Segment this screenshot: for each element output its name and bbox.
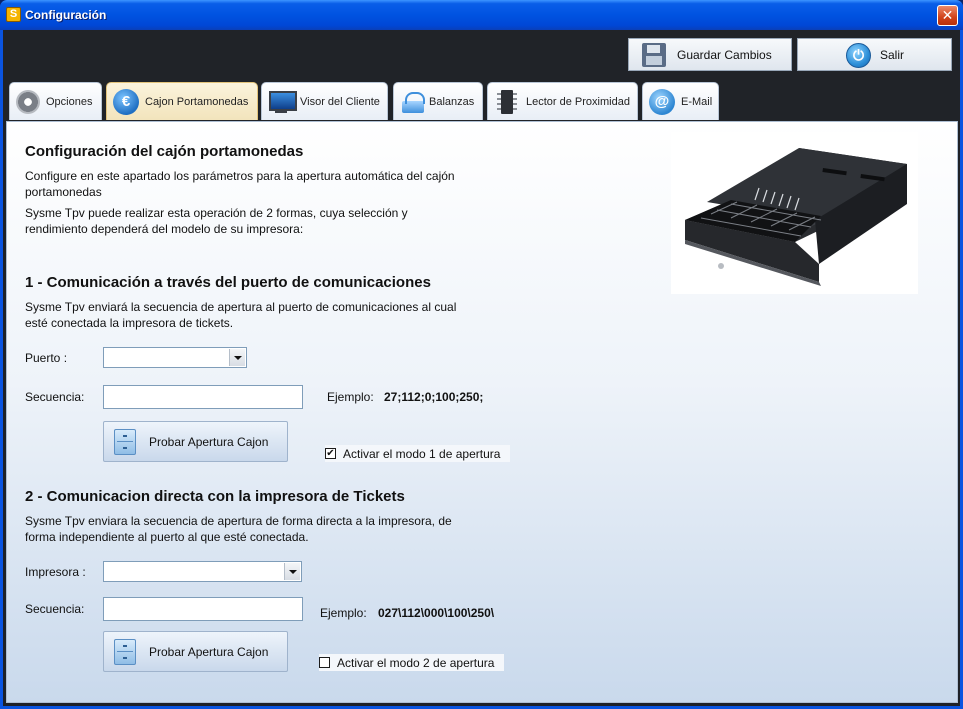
activate-mode2-row[interactable]: Activar el modo 2 de apertura <box>319 654 505 671</box>
drawer-icon <box>114 428 136 455</box>
exit-label: Salir <box>880 47 905 62</box>
section1-title: 1 - Comunicación a través del puerto de … <box>25 274 431 291</box>
configuration-window: S Configuración ✕ Guardar Cambios ⏻ Sali… <box>0 0 963 709</box>
window-title: Configuración <box>25 8 107 22</box>
intro-text-line2: portamonedas <box>25 185 102 199</box>
example2-label: Ejemplo: <box>320 606 367 620</box>
example1-label: Ejemplo: <box>327 390 374 404</box>
section1-text-line1: Sysme Tpv enviará la secuencia de apertu… <box>25 300 457 314</box>
chevron-down-icon[interactable] <box>229 349 245 366</box>
printer-label: Impresora : <box>25 565 86 579</box>
floppy-disk-icon <box>642 43 666 67</box>
tab-label: Opciones <box>46 95 93 108</box>
example1-value: 27;112;0;100;250; <box>384 390 484 404</box>
app-icon: S <box>6 7 21 22</box>
monitor-icon <box>268 89 297 115</box>
sequence2-input[interactable] <box>103 597 303 621</box>
intro-text-line3: Sysme Tpv puede realizar esta operación … <box>25 206 408 220</box>
tab-balanzas[interactable]: Balanzas <box>393 82 483 120</box>
example2-value: 027\112\000\100\250\ <box>378 606 495 620</box>
drawer-icon <box>114 638 136 665</box>
power-icon: ⏻ <box>846 43 871 68</box>
sequence1-input[interactable] <box>103 385 303 409</box>
scale-icon <box>400 89 426 115</box>
save-changes-label: Guardar Cambios <box>677 47 772 62</box>
client-area: Guardar Cambios ⏻ Salir Opciones € Cajon… <box>3 30 960 706</box>
sequence1-label: Secuencia: <box>25 390 85 404</box>
tab-label: E-Mail <box>681 95 713 108</box>
toolbar: Guardar Cambios ⏻ Salir <box>3 30 960 80</box>
cash-drawer-panel: Configuración del cajón portamonedas Con… <box>6 121 958 703</box>
activate-mode1-row[interactable]: ✔ Activar el modo 1 de apertura <box>325 445 511 462</box>
printer-select[interactable] <box>103 561 302 582</box>
gear-icon <box>16 89 40 114</box>
section1-text-line2: esté conectada la impresora de tickets. <box>25 316 234 330</box>
tab-label: Lector de Proximidad <box>526 95 630 108</box>
tab-bar: Opciones € Cajon Portamonedas Visor del … <box>3 80 960 121</box>
chip-icon <box>494 89 520 115</box>
port-select[interactable] <box>103 347 247 368</box>
chevron-down-icon[interactable] <box>284 563 300 580</box>
port-label: Puerto : <box>25 351 68 365</box>
activate-mode1-label: Activar el modo 1 de apertura <box>343 446 501 461</box>
cash-drawer-image <box>671 132 918 294</box>
tab-e-mail[interactable]: @ E-Mail <box>642 82 719 120</box>
intro-title: Configuración del cajón portamonedas <box>25 143 304 160</box>
activate-mode2-label: Activar el modo 2 de apertura <box>337 655 495 670</box>
exit-button[interactable]: ⏻ Salir <box>797 38 952 71</box>
tab-lector-de-proximidad[interactable]: Lector de Proximidad <box>487 82 638 120</box>
activate-mode2-checkbox[interactable] <box>319 657 330 668</box>
title-bar[interactable]: S Configuración ✕ <box>0 0 963 30</box>
at-icon: @ <box>649 88 675 115</box>
euro-icon: € <box>113 88 139 115</box>
tab-label: Cajon Portamonedas <box>145 95 249 108</box>
activate-mode1-checkbox[interactable]: ✔ <box>325 448 336 459</box>
test-drawer-open-label-2: Probar Apertura Cajon <box>149 644 269 659</box>
tab-opciones[interactable]: Opciones <box>9 82 102 120</box>
test-drawer-open-button-2[interactable]: Probar Apertura Cajon <box>103 631 288 672</box>
section2-text-line2: forma independiente al puerto al que est… <box>25 530 309 544</box>
tab-label: Visor del Cliente <box>300 95 380 108</box>
tab-label: Balanzas <box>429 95 475 108</box>
tab-visor-del-cliente[interactable]: Visor del Cliente <box>261 82 388 120</box>
test-drawer-open-label-1: Probar Apertura Cajon <box>149 434 269 449</box>
section2-title: 2 - Comunicacion directa con la impresor… <box>25 488 405 505</box>
close-button[interactable]: ✕ <box>937 5 958 26</box>
intro-text-line1: Configure en este apartado los parámetro… <box>25 169 455 183</box>
intro-text-line4: rendimiento dependerá del modelo de su i… <box>25 222 304 236</box>
sequence2-label: Secuencia: <box>25 602 85 616</box>
section2-text-line1: Sysme Tpv enviara la secuencia de apertu… <box>25 514 452 528</box>
test-drawer-open-button-1[interactable]: Probar Apertura Cajon <box>103 421 288 462</box>
save-changes-button[interactable]: Guardar Cambios <box>628 38 792 71</box>
tab-cajon-portamonedas[interactable]: € Cajon Portamonedas <box>106 82 258 120</box>
